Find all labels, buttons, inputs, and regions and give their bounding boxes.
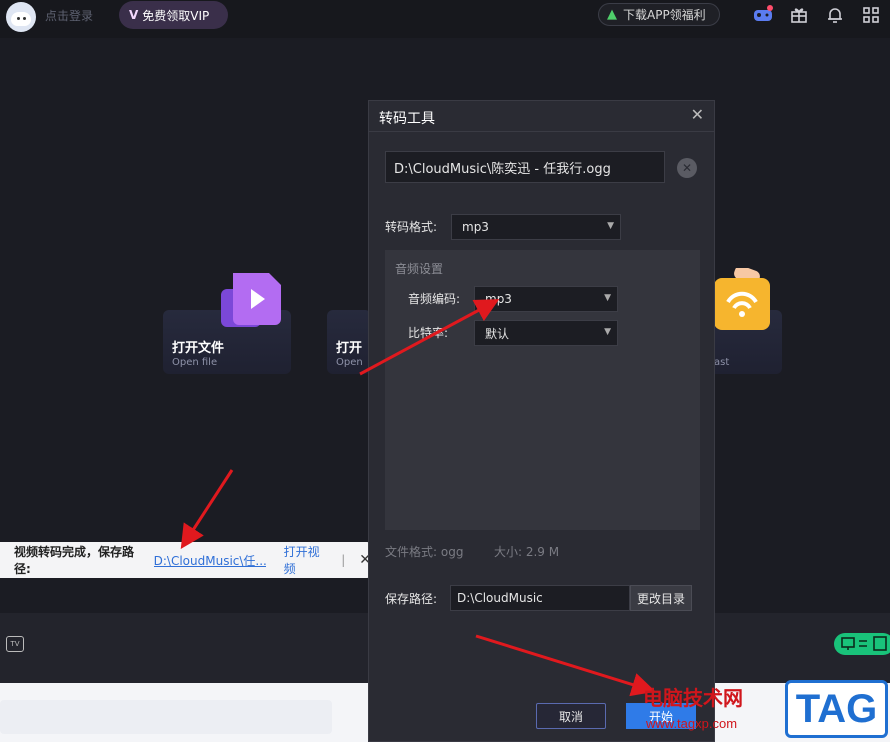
card-subtitle: Open file [172, 357, 218, 368]
chevron-down-icon: ▼ [604, 293, 611, 303]
android-icon: ▲ [607, 7, 617, 22]
format-label: 转码格式: [385, 220, 438, 234]
bitrate-label: 比特率: [408, 326, 449, 340]
card-subtitle: Open [336, 357, 363, 368]
chevron-down-icon: ▼ [607, 221, 614, 231]
transcode-dialog: 转码工具 ✕ D:\CloudMusic\陈奕迅 - 任我行.ogg ✕ 转码格… [368, 100, 715, 742]
screen-toggle-pill[interactable] [834, 633, 890, 655]
toast-separator: | [341, 553, 346, 567]
audio-settings-panel: 音频设置 音频编码: mp3 ▼ 比特率: 默认 ▼ [385, 250, 700, 530]
file-size-info: 大小: 2.9 M [494, 545, 560, 559]
tv-icon[interactable]: TV [6, 636, 24, 652]
apps-grid-icon[interactable] [860, 4, 882, 26]
play-file-icon [221, 273, 281, 327]
download-app-button[interactable]: ▲ 下载APP领福利 [598, 3, 720, 26]
avatar[interactable] [6, 2, 36, 32]
audio-settings-title: 音频设置 [395, 262, 444, 276]
gift-icon[interactable] [788, 4, 810, 26]
watermark-tag-logo: TAG [785, 680, 888, 738]
watermark-url: www.tagxp.com [646, 716, 738, 731]
bitrate-value: 默认 [485, 326, 510, 341]
cast-icon [714, 268, 770, 330]
card-title: 打开文件 [172, 341, 225, 356]
card-subtitle: ast [714, 357, 730, 368]
vip-icon: V [129, 8, 139, 22]
screen-switch-icon [841, 636, 887, 651]
bell-icon[interactable] [824, 4, 846, 26]
file-format-info: 文件格式: ogg [385, 545, 464, 559]
chevron-down-icon: ▼ [604, 327, 611, 337]
transcode-complete-toast: 视频转码完成，保存路径: D:\CloudMusic\任... 打开视频 | ✕ [0, 542, 371, 578]
dialog-title: 转码工具 [379, 111, 435, 127]
open-card-2[interactable]: 打开 Open [327, 310, 371, 374]
codec-value: mp3 [485, 292, 512, 306]
card-title: 打开 [336, 341, 363, 356]
open-video-link[interactable]: 打开视频 [284, 543, 332, 577]
gamepad-icon[interactable] [752, 4, 774, 26]
toast-message: 视频转码完成，保存路径: [14, 545, 135, 576]
login-link[interactable]: 点击登录 [45, 7, 93, 24]
watermark-text: 电脑技术网 [643, 686, 743, 710]
clear-file-icon[interactable]: ✕ [677, 158, 697, 178]
bitrate-select[interactable]: 默认 ▼ [474, 320, 618, 346]
change-directory-button[interactable]: 更改目录 [630, 585, 692, 611]
toast-save-path-link[interactable]: D:\CloudMusic\任... [154, 552, 266, 569]
cancel-button[interactable]: 取消 [536, 703, 606, 729]
free-vip-button[interactable]: V 免费领取VIP [119, 1, 228, 29]
vip-button-label: 免费领取VIP [142, 8, 210, 23]
codec-select[interactable]: mp3 ▼ [474, 286, 618, 312]
format-select[interactable]: mp3 ▼ [451, 214, 621, 240]
source-file-field[interactable]: D:\CloudMusic\陈奕迅 - 任我行.ogg [385, 151, 665, 183]
save-path-label: 保存路径: [385, 592, 438, 606]
dialog-close-icon[interactable]: ✕ [691, 105, 704, 124]
download-app-label: 下载APP领福利 [623, 8, 706, 22]
codec-label: 音频编码: [408, 292, 461, 306]
format-value: mp3 [462, 220, 489, 234]
save-path-field[interactable]: D:\CloudMusic [450, 585, 630, 611]
top-bar: 点击登录 V 免费领取VIP ▲ 下载APP领福利 [0, 0, 890, 38]
